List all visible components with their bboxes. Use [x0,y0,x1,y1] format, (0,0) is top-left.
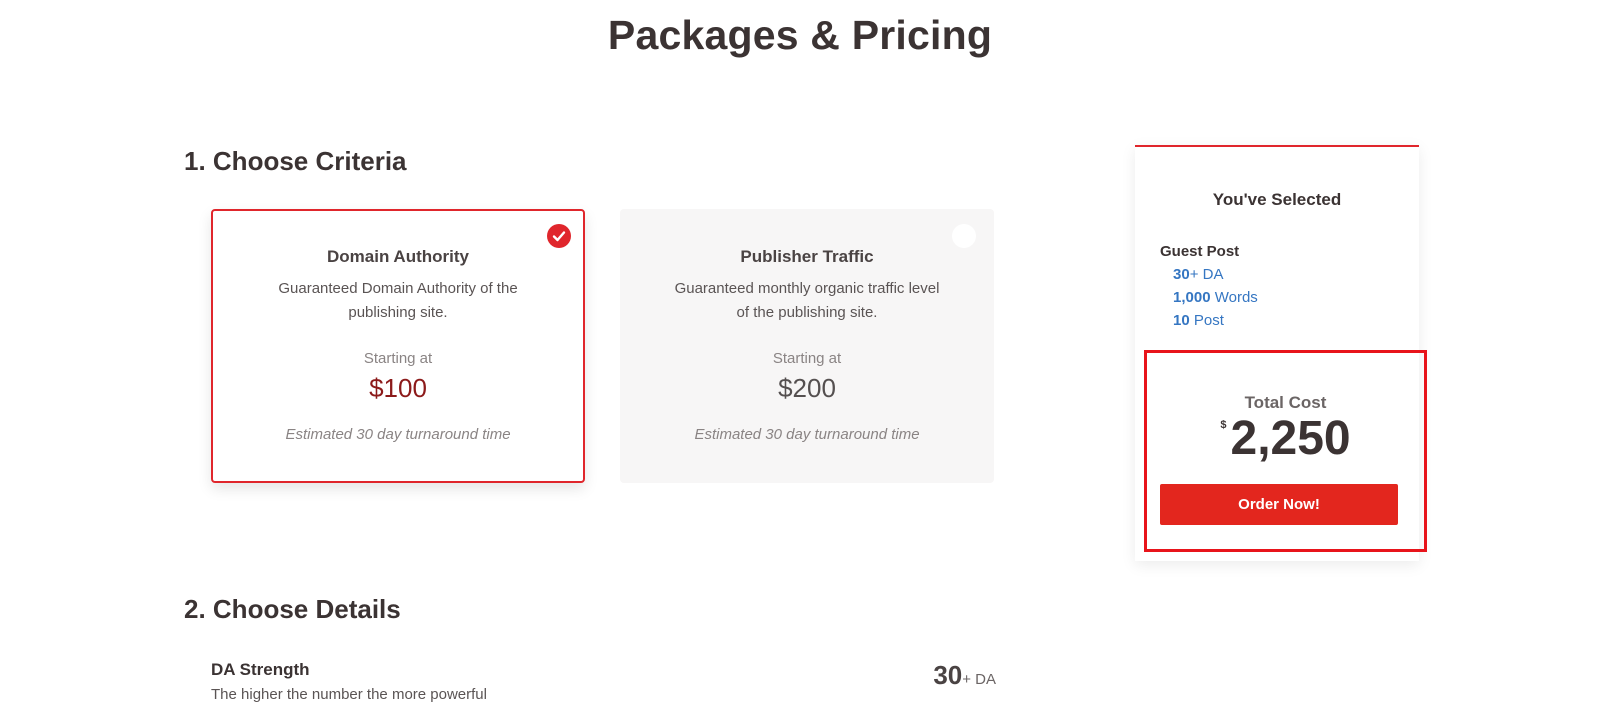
section-title-criteria: 1. Choose Criteria [184,146,407,176]
total-cost-amount: $2,250 [1147,411,1424,466]
card-starting-label: Starting at [363,350,433,367]
order-now-button[interactable]: Order Now! [1160,484,1398,525]
total-cost-value: 2,250 [1230,412,1351,465]
card-title: Domain Authority [327,247,469,266]
card-starting-label: Starting at [772,350,842,367]
card-eta: Estimated 30 day turnaround time [285,426,511,443]
total-cost-label: Total Cost [1244,393,1327,412]
card-publisher-traffic[interactable]: Publisher Traffic Guaranteed monthly org… [620,209,994,483]
card-price: $200 [778,373,836,403]
card-title: Publisher Traffic [740,247,874,266]
summary-line-words: 1,000 Words [1173,289,1258,306]
total-cost-box: Total Cost $2,250 Order Now! [1144,350,1427,552]
summary-unit: Post [1189,312,1224,329]
page-title: Packages & Pricing [607,12,993,58]
summary-value: 30 [1173,266,1190,283]
summary-unit: Words [1210,289,1258,306]
summary-title: You've Selected [1212,190,1342,209]
currency-symbol: $ [1220,419,1227,431]
checkmark-icon [547,224,571,248]
da-strength-label: DA Strength [211,660,310,679]
section-title-details: 2. Choose Details [184,594,401,624]
card-eta: Estimated 30 day turnaround time [694,426,920,443]
da-value: 30 [933,660,963,690]
da-strength-value: 30+ DA [933,660,996,691]
card-description: Guaranteed monthly organic traffic level… [674,280,940,321]
card-domain-authority[interactable]: Domain Authority Guaranteed Domain Autho… [211,209,585,483]
summary-line-da: 30+ DA [1173,266,1223,283]
summary-product: Guest Post [1160,243,1240,260]
da-unit: + DA [962,671,996,688]
card-description: Guaranteed Domain Authority of the publi… [278,280,518,321]
summary-unit: + DA [1189,266,1224,283]
summary-line-posts: 10 Post [1173,312,1224,329]
summary-value: 1,000 [1173,289,1211,306]
card-price: $100 [369,373,427,403]
radio-unselected-icon [952,224,976,248]
summary-value: 10 [1173,312,1190,329]
